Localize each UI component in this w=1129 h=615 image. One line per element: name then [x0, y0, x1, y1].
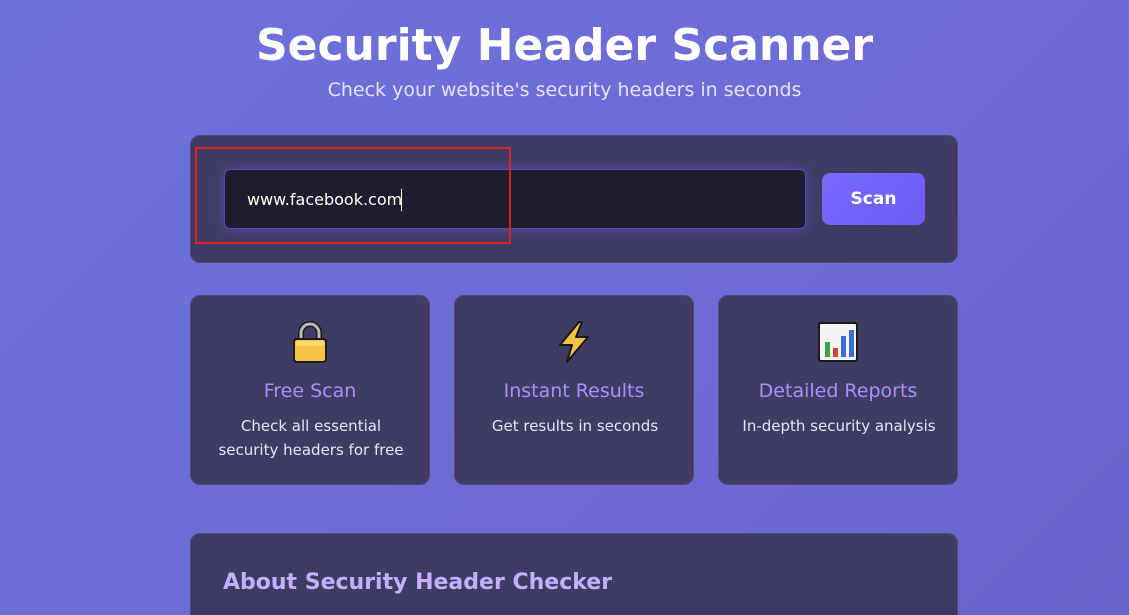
feature-description: Get results in seconds	[491, 417, 659, 435]
bar-chart-icon	[719, 320, 957, 364]
feature-title: Free Scan	[263, 380, 357, 402]
feature-description: Check all essential security headers for…	[218, 417, 404, 459]
feature-description: In-depth security analysis	[742, 417, 936, 435]
lock-icon	[191, 320, 429, 364]
feature-card-free-scan: Free Scan Check all essential security h…	[190, 295, 430, 485]
about-panel: About Security Header Checker	[190, 533, 958, 615]
text-caret	[401, 189, 402, 211]
feature-card-instant-results: Instant Results Get results in seconds	[454, 295, 694, 485]
feature-card-detailed-reports: Detailed Reports In-depth security analy…	[718, 295, 958, 485]
lightning-icon	[455, 320, 693, 364]
scan-button[interactable]: Scan	[822, 173, 925, 225]
feature-title: Detailed Reports	[758, 380, 918, 402]
feature-title: Instant Results	[503, 380, 645, 402]
page-title: Security Header Scanner	[255, 20, 874, 71]
url-input[interactable]	[224, 169, 806, 229]
page-subtitle: Check your website's security headers in…	[327, 79, 802, 101]
about-title: About Security Header Checker	[223, 570, 613, 595]
